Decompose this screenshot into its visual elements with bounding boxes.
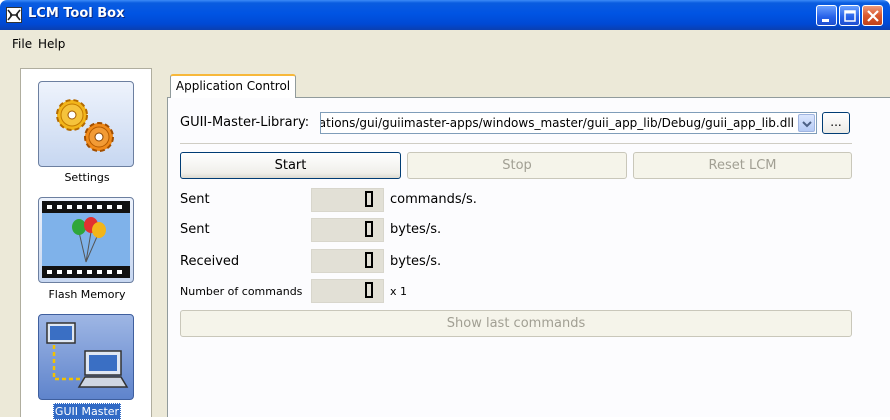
stat-label: Received (180, 254, 240, 269)
library-select[interactable]: pplications/gui/guiimaster-apps/windows_… (320, 112, 817, 134)
sidebar-item-guii-master[interactable] (38, 314, 134, 400)
sidebar-item-settings[interactable] (38, 81, 134, 167)
start-button[interactable]: Start (180, 152, 401, 179)
film-balloons-icon (42, 201, 130, 278)
tab-panel (167, 97, 890, 417)
stat-display (311, 188, 384, 212)
sidebar-item-label: Settings (64, 171, 110, 184)
browse-button[interactable]: ... (822, 112, 850, 134)
lcd-digit (365, 221, 373, 237)
stat-display (311, 249, 384, 273)
menu-help[interactable]: Help (38, 37, 65, 51)
show-last-commands-button[interactable]: Show last commands (180, 310, 852, 337)
sidebar-item-flash-memory[interactable] (38, 197, 134, 283)
stat-unit: bytes/s. (390, 254, 442, 269)
minimize-icon (822, 19, 829, 22)
menu-bar: File Help (0, 30, 890, 57)
title-bar[interactable]: LCM Tool Box (0, 0, 890, 30)
window-title: LCM Tool Box (28, 6, 125, 21)
stop-button[interactable]: Stop (407, 152, 627, 179)
app-icon (6, 7, 22, 23)
stat-display (311, 218, 384, 242)
sidebar: Settings Flash Memory GUII Master (20, 68, 152, 420)
sidebar-item-label: GUII Master (53, 403, 121, 420)
close-icon (867, 10, 879, 22)
stat-unit: x 1 (390, 285, 408, 298)
lcd-digit (365, 282, 373, 298)
stat-label: Sent (180, 222, 210, 237)
sidebar-item-label: Flash Memory (48, 288, 126, 301)
close-button[interactable] (862, 5, 883, 26)
library-path: pplications/gui/guiimaster-apps/windows_… (320, 116, 794, 130)
computer-network-icon (46, 322, 129, 388)
dropdown-button[interactable] (798, 114, 815, 132)
gears-icon (56, 99, 114, 152)
stat-display (311, 279, 384, 303)
minimize-button[interactable] (816, 5, 837, 26)
lcd-digit (365, 252, 373, 268)
menu-file[interactable]: File (12, 37, 32, 51)
chevron-down-icon (802, 121, 812, 128)
maximize-icon (844, 10, 856, 22)
separator (180, 143, 852, 144)
stat-unit: commands/s. (390, 192, 477, 207)
stat-label: Sent (180, 192, 210, 207)
tab-application-control[interactable]: Application Control (170, 74, 296, 98)
maximize-button[interactable] (839, 5, 860, 26)
reset-lcm-button[interactable]: Reset LCM (633, 152, 852, 179)
library-label: GUII-Master-Library: (180, 115, 310, 130)
stat-label: Number of commands (180, 285, 303, 298)
lcd-digit (365, 191, 373, 207)
stat-unit: bytes/s. (390, 222, 442, 237)
